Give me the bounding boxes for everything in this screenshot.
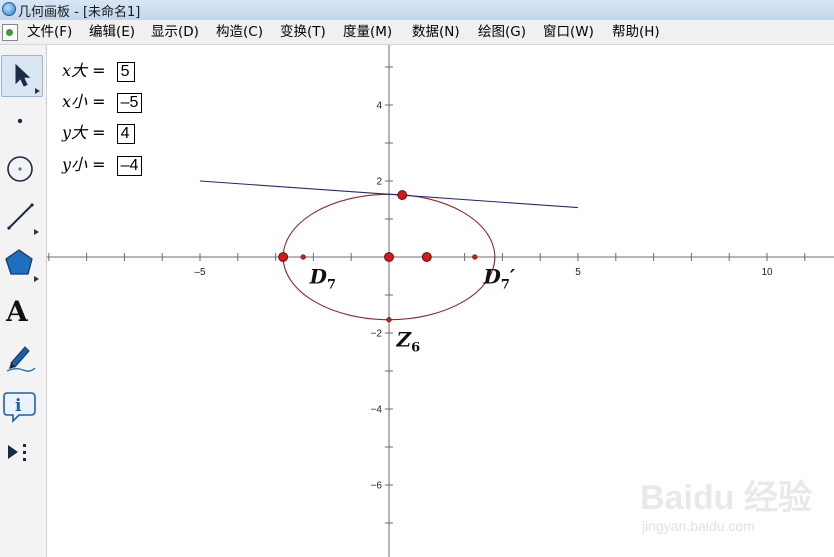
point-label: Z6 (396, 327, 421, 355)
y-tick-label: 4 (376, 101, 382, 112)
y-tick-label: −4 (371, 405, 383, 416)
menu-construct[interactable]: 构造(C) (216, 23, 263, 41)
point[interactable] (300, 254, 306, 260)
x-tick-label: –5 (194, 267, 206, 278)
marker-tool[interactable] (1, 337, 43, 379)
watermark-logo: Baidu 经验 (640, 479, 812, 517)
axis-tick-labels: –5 5 10 4 2 −2 −4 −6 (194, 101, 773, 492)
app-icon (2, 2, 16, 16)
compass-tool[interactable] (1, 148, 43, 190)
point[interactable] (278, 252, 289, 262)
point[interactable] (384, 252, 394, 262)
point[interactable] (472, 254, 478, 260)
window-title: 几何画板 - [未命名1] (18, 5, 141, 20)
information-icon: i (3, 392, 36, 423)
watermark-url: jingyan.baidu.com (642, 518, 755, 534)
custom-tools-icon (8, 444, 26, 461)
points-group (278, 190, 478, 323)
point[interactable] (421, 252, 432, 262)
parameter-name: y小 (62, 155, 88, 174)
equals-sign: = (92, 92, 106, 111)
parameter-name: x小 (62, 92, 88, 111)
x-tick-label: 10 (761, 267, 773, 278)
equals-sign: = (92, 123, 106, 142)
y-tick-label: −2 (371, 329, 383, 340)
menu-window[interactable]: 窗口(W) (543, 23, 594, 41)
parameter-value[interactable]: –5 (116, 93, 143, 113)
text-tool-glyph: A (5, 295, 29, 328)
point-label: D7 (309, 265, 336, 293)
compass-circle-icon (7, 156, 33, 182)
point-labels: D7 D7′ Z6 (309, 265, 516, 356)
polygon-icon (5, 249, 39, 282)
document-icon[interactable] (2, 24, 18, 41)
y-tick-label: −6 (371, 481, 383, 492)
menu-bar: 文件(F) 编辑(E) 显示(D) 构造(C) 变换(T) 度量(M) 数据(N… (0, 20, 834, 45)
parameter-value[interactable]: –4 (116, 156, 143, 176)
y-tick-label: 2 (376, 177, 382, 188)
menu-data[interactable]: 数据(N) (412, 23, 460, 41)
point[interactable] (386, 317, 392, 323)
menu-edit[interactable]: 编辑(E) (89, 23, 135, 41)
text-tool[interactable]: A (1, 290, 43, 332)
parameter-name: x大 (62, 61, 88, 80)
point-label: D7′ (483, 265, 516, 293)
select-arrow-icon (15, 63, 40, 94)
point[interactable] (397, 190, 408, 200)
equals-sign: = (92, 155, 106, 174)
parameter-value[interactable]: 4 (116, 124, 135, 144)
parameter-y-min[interactable]: y小 = –4 (62, 151, 143, 176)
information-tool[interactable]: i (1, 385, 43, 427)
menu-measure[interactable]: 度量(M) (343, 23, 392, 41)
parameter-y-max[interactable]: y大 = 4 (62, 119, 135, 144)
point-icon (17, 118, 23, 124)
point-tool[interactable] (1, 100, 43, 142)
menu-transform[interactable]: 变换(T) (280, 23, 326, 41)
axis-ticks (48, 66, 806, 524)
polygon-tool[interactable] (1, 242, 43, 284)
parameter-x-min[interactable]: x小 = –5 (62, 88, 143, 113)
menu-graph[interactable]: 绘图(G) (478, 23, 526, 41)
parameter-name: y大 (62, 123, 88, 142)
text-tool-icon: A (5, 295, 29, 328)
marker-pen-icon (6, 346, 36, 372)
watermark: Baidu 经验 jingyan.baidu.com (640, 470, 830, 550)
svg-text:i: i (15, 396, 22, 416)
menu-file[interactable]: 文件(F) (27, 23, 72, 41)
straightedge-tool[interactable] (1, 195, 43, 237)
menu-help[interactable]: 帮助(H) (612, 23, 660, 41)
equals-sign: = (92, 61, 106, 80)
parameter-x-max[interactable]: x大 = 5 (62, 57, 135, 82)
x-tick-label: 5 (575, 267, 581, 278)
custom-tools[interactable] (1, 433, 43, 475)
parameter-value[interactable]: 5 (116, 62, 135, 82)
toolbox: A i (0, 45, 47, 557)
title-bar: 几何画板 - [未命名1] (0, 0, 834, 20)
straightedge-icon (7, 203, 39, 235)
select-arrow-tool[interactable] (1, 55, 43, 97)
menu-display[interactable]: 显示(D) (151, 23, 199, 41)
